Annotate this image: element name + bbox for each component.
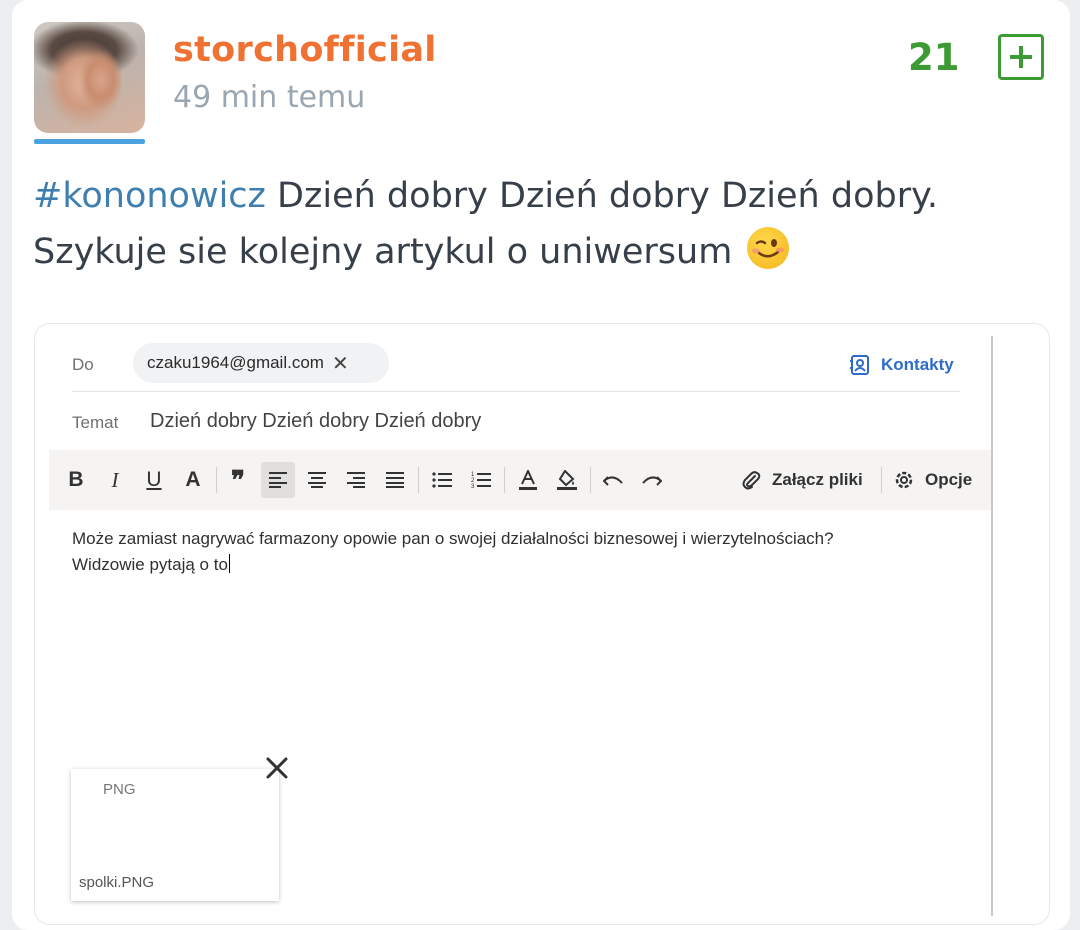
subject-label: Temat xyxy=(72,413,119,432)
align-right-button[interactable] xyxy=(339,462,373,498)
align-center-icon xyxy=(308,472,326,488)
highlight-icon xyxy=(557,470,577,490)
post-body: #kononowicz Dzień dobry Dzień dobry Dzie… xyxy=(33,168,1043,280)
bold-button[interactable]: B xyxy=(59,462,93,498)
highlight-button[interactable] xyxy=(550,462,584,498)
attachment-filename: spolki.PNG xyxy=(79,874,155,891)
align-center-button[interactable] xyxy=(300,462,334,498)
redo-icon xyxy=(642,476,662,486)
attachment-type: PNG xyxy=(103,781,136,798)
contacts-button[interactable]: Kontakty xyxy=(849,354,954,376)
email-body-line1: Może zamiast nagrywać farmazony opowie p… xyxy=(72,529,834,548)
scroll-divider xyxy=(991,336,993,916)
align-justify-button[interactable] xyxy=(378,462,412,498)
avatar[interactable] xyxy=(34,22,145,133)
text-color-button[interactable] xyxy=(511,462,545,498)
subject-input[interactable]: Dzień dobry Dzień dobry Dzień dobry xyxy=(150,410,481,433)
align-left-icon xyxy=(269,472,287,488)
recipient-chip[interactable]: czaku1964@gmail.com ✕ xyxy=(133,343,389,383)
divider xyxy=(72,391,960,392)
gear-icon xyxy=(895,471,913,489)
text-color-icon xyxy=(519,470,537,490)
remove-attachment-icon[interactable] xyxy=(263,754,291,782)
toolbar-divider xyxy=(504,467,505,493)
undo-button[interactable] xyxy=(596,462,630,498)
avatar-underline xyxy=(34,139,145,144)
undo-icon xyxy=(603,476,623,486)
bullet-list-icon xyxy=(432,472,452,488)
text-caret xyxy=(228,554,230,573)
post-timestamp[interactable]: 49 min temu xyxy=(173,80,365,115)
numbered-list-button[interactable]: 123 xyxy=(464,462,498,498)
align-left-button[interactable] xyxy=(261,462,295,498)
quote-button[interactable]: ❞ xyxy=(221,462,255,498)
align-justify-icon xyxy=(386,472,404,488)
toolbar-divider xyxy=(590,467,591,493)
username[interactable]: storchofficial xyxy=(173,30,437,70)
contacts-label: Kontakty xyxy=(881,355,954,374)
attach-files-label: Załącz pliki xyxy=(772,470,863,489)
formatting-toolbar: B I U A ❞ 123 Załącz pliki Opcje xyxy=(49,450,991,510)
to-label: Do xyxy=(72,355,94,374)
hashtag-link[interactable]: #kononowicz xyxy=(33,176,266,216)
plus-icon xyxy=(1010,46,1032,68)
contacts-icon xyxy=(850,355,869,375)
attach-files-button[interactable]: Załącz pliki xyxy=(740,469,863,491)
options-label: Opcje xyxy=(925,470,973,489)
email-body-line2: Widzowie pytają o to xyxy=(72,555,228,574)
post-text-line2: Szykuje sie kolejny artykul o uniwersum xyxy=(33,232,733,272)
embedded-email-screenshot[interactable]: Do czaku1964@gmail.com ✕ Kontakty Temat … xyxy=(34,323,1050,925)
italic-button[interactable]: I xyxy=(98,462,132,498)
redo-button[interactable] xyxy=(635,462,669,498)
underline-button[interactable]: U xyxy=(137,462,171,498)
options-button[interactable]: Opcje xyxy=(893,469,972,491)
attachment-card[interactable]: PNG spolki.PNG xyxy=(71,769,279,901)
align-right-icon xyxy=(347,472,365,488)
numbered-list-icon: 123 xyxy=(471,472,491,489)
toolbar-divider xyxy=(881,467,882,493)
recipient-email: czaku1964@gmail.com xyxy=(147,353,324,372)
font-button[interactable]: A xyxy=(176,462,210,498)
post-card: storchofficial 49 min temu 21 #kononowic… xyxy=(12,0,1070,930)
vote-count: 21 xyxy=(908,36,960,79)
toolbar-divider xyxy=(418,467,419,493)
remove-recipient-icon[interactable]: ✕ xyxy=(332,351,349,376)
email-body-editor[interactable]: Może zamiast nagrywać farmazony opowie p… xyxy=(72,526,962,578)
toolbar-divider xyxy=(216,467,217,493)
upvote-button[interactable] xyxy=(998,34,1044,80)
bullet-list-button[interactable] xyxy=(425,462,459,498)
paperclip-icon xyxy=(742,471,761,490)
post-text-line1: Dzień dobry Dzień dobry Dzień dobry. xyxy=(265,176,938,216)
svg-text:3: 3 xyxy=(471,484,475,489)
wink-emoji-icon xyxy=(747,227,790,269)
